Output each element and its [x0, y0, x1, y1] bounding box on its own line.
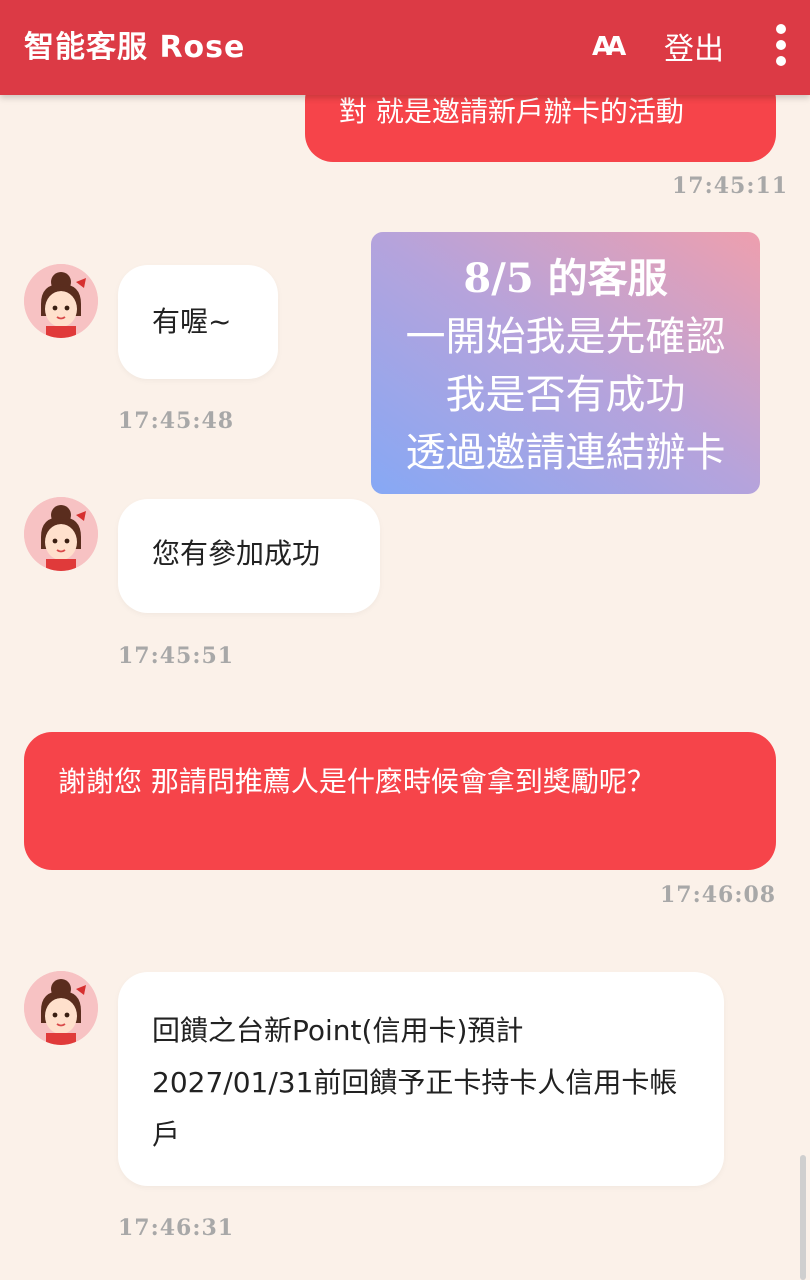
bot-message-bubble: 您有參加成功 — [118, 499, 380, 613]
user-message-bubble: 謝謝您 那請問推薦人是什麼時候會拿到獎勵呢？ — [24, 732, 776, 870]
message-timestamp: 17:45:51 — [118, 643, 235, 669]
annotation-line: 8/5 的客服 — [463, 255, 668, 302]
message-text: 回饋之台新Point(信用卡)預計2027/01/31前回饋予正卡持卡人信用卡帳… — [152, 1014, 678, 1151]
message-timestamp: 17:46:31 — [118, 1215, 235, 1241]
message-timestamp: 17:46:08 — [660, 882, 777, 908]
bot-avatar — [24, 497, 98, 571]
bot-message-bubble: 回饋之台新Point(信用卡)預計2027/01/31前回饋予正卡持卡人信用卡帳… — [118, 972, 724, 1186]
annotation-note-card: 8/5 的客服 一開始我是先確認 我是否有成功 透過邀請連結辦卡 — [371, 232, 760, 494]
message-text: 有喔~ — [152, 305, 232, 338]
more-vertical-icon[interactable] — [774, 24, 788, 70]
message-timestamp: 17:45:11 — [672, 173, 789, 199]
message-text: 您有參加成功 — [152, 537, 321, 570]
avatar-face-icon — [24, 971, 98, 1045]
bot-avatar — [24, 971, 98, 1045]
annotation-line: 一開始我是先確認 — [405, 314, 726, 360]
scrollbar[interactable] — [800, 1155, 806, 1280]
annotation-line: 透過邀請連結辦卡 — [405, 430, 726, 476]
app-title: 智能客服 Rose — [24, 30, 246, 65]
bot-message-bubble: 有喔~ — [118, 265, 278, 379]
annotation-line: 我是否有成功 — [445, 372, 686, 418]
avatar-face-icon — [24, 264, 98, 338]
message-text: 對 就是邀請新戶辦卡的活動 — [339, 95, 684, 128]
message-timestamp: 17:45:48 — [118, 408, 235, 434]
app-header: 智能客服 Rose AA 登出 — [0, 0, 810, 95]
message-text: 謝謝您 那請問推薦人是什麼時候會拿到獎勵呢？ — [58, 765, 655, 798]
avatar-face-icon — [24, 497, 98, 571]
font-size-icon[interactable]: AA — [592, 32, 626, 62]
bot-avatar — [24, 264, 98, 338]
logout-button[interactable]: 登出 — [664, 24, 724, 68]
